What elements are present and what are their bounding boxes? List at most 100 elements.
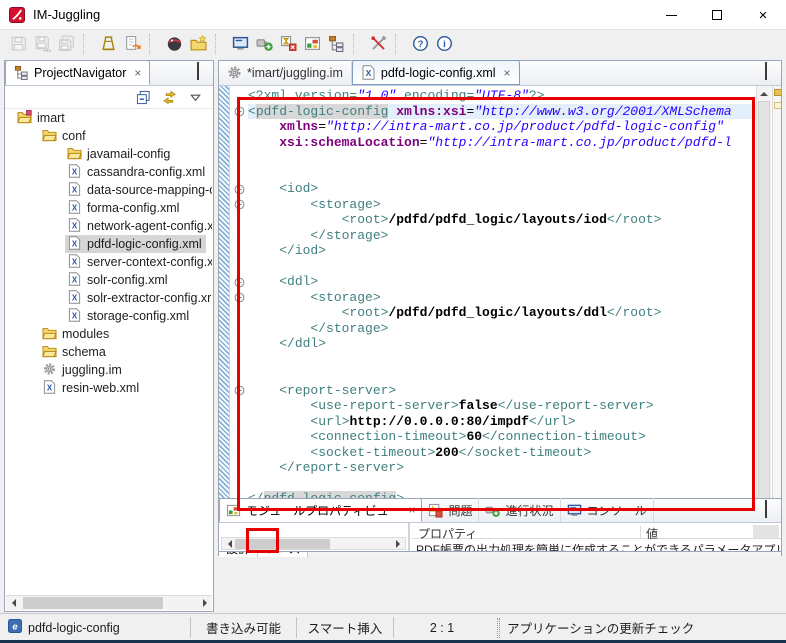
tree-item-storage-config-xml[interactable]: Xstorage-config.xml <box>5 307 212 325</box>
image-view-icon[interactable] <box>300 32 324 55</box>
scroll-right-icon[interactable] <box>390 538 405 549</box>
juggling-ball-icon[interactable] <box>162 32 186 55</box>
help-icon[interactable]: ? <box>408 32 432 55</box>
maximize-view-button[interactable] <box>765 65 778 76</box>
tree-item-label: cassandra-config.xml <box>87 165 205 179</box>
tab-pdfd-logic-config-xml[interactable]: X pdfd-logic-config.xml × <box>352 60 520 85</box>
code-line: </report-server> <box>248 460 756 476</box>
code-line: </iod> <box>248 243 756 259</box>
collapse-fold-icon[interactable] <box>234 292 245 303</box>
xml-file-icon: X <box>67 236 82 253</box>
maximize-view-button[interactable] <box>765 503 778 514</box>
xml-file-icon: X <box>361 65 376 80</box>
xml-source-editor[interactable]: <?xml version="1.0" encoding="UTF-8"?><p… <box>248 86 756 523</box>
close-icon[interactable]: × <box>408 503 415 517</box>
navigator-hscrollbar[interactable] <box>6 595 212 610</box>
collapse-fold-icon[interactable] <box>234 199 245 210</box>
tree-item-conf[interactable]: conf <box>5 127 212 145</box>
code-line: </storage> <box>248 228 756 244</box>
minimize-button[interactable] <box>648 0 694 30</box>
scrollbar-thumb[interactable] <box>758 101 770 508</box>
hierarchy-view-icon[interactable] <box>324 32 348 55</box>
minimize-view-button[interactable] <box>744 503 757 514</box>
tab-console[interactable]: コンソール <box>561 498 654 522</box>
tree-item-data-source-mapping-c[interactable]: Xdata-source-mapping-c <box>5 181 212 199</box>
xml-file-icon: X <box>42 380 57 397</box>
tab-module-property-view[interactable]: モジュールプロパティビュー × <box>219 498 422 522</box>
minimize-view-button[interactable] <box>744 65 757 76</box>
module-status-icon[interactable] <box>276 32 300 55</box>
module-list-area <box>219 523 410 551</box>
tree-item-resin-web-xml[interactable]: Xresin-web.xml <box>5 379 212 397</box>
overview-ruler <box>772 86 781 523</box>
collapse-fold-icon[interactable] <box>234 385 245 396</box>
tree-item-schema[interactable]: schema <box>5 343 212 361</box>
tab-imart-juggling-im[interactable]: *imart/juggling.im <box>219 60 352 85</box>
tree-item-label: solr-extractor-config.xr <box>87 291 211 305</box>
tab-problems[interactable]: 問題 <box>422 498 479 522</box>
collapse-fold-icon[interactable] <box>234 277 245 288</box>
column-property[interactable]: プロパティ <box>418 525 477 542</box>
occurrence-marker[interactable] <box>774 89 781 96</box>
tab-progress[interactable]: 進行状況 <box>479 498 560 522</box>
scroll-right-icon[interactable] <box>197 596 212 610</box>
minimize-view-button[interactable] <box>176 65 189 76</box>
editor-vscrollbar[interactable] <box>756 86 771 523</box>
collapse-all-icon[interactable] <box>133 88 153 107</box>
scrollbar-thumb[interactable] <box>23 597 163 609</box>
scroll-left-icon[interactable] <box>6 596 21 610</box>
tab-project-navigator[interactable]: ProjectNavigator × <box>5 60 150 85</box>
occurrence-marker[interactable] <box>774 102 781 109</box>
tree-item-forma-config-xml[interactable]: Xforma-config.xml <box>5 199 212 217</box>
sync-config-icon[interactable] <box>120 32 144 55</box>
close-icon[interactable]: × <box>504 66 511 80</box>
tree-item-server-context-config-x[interactable]: Xserver-context-config.x <box>5 253 212 271</box>
tree-item-modules[interactable]: modules <box>5 325 212 343</box>
import-project-icon[interactable] <box>186 32 210 55</box>
tree-item-juggling-im[interactable]: juggling.im <box>5 361 212 379</box>
svg-text:X: X <box>72 221 78 230</box>
close-button[interactable]: × <box>740 0 786 30</box>
view-menu-icon[interactable] <box>185 88 205 107</box>
status-file-label: pdfd-logic-config <box>28 621 120 635</box>
connect-server-icon[interactable] <box>252 32 276 55</box>
tree-item-pdfd-logic-config-xml[interactable]: Xpdfd-logic-config.xml <box>5 235 212 253</box>
scrollbar-thumb[interactable] <box>235 539 330 549</box>
collapse-fold-icon[interactable] <box>234 184 245 195</box>
toolbar-separator <box>149 34 158 54</box>
xml-file-icon: X <box>67 254 82 271</box>
svg-text:X: X <box>72 239 78 248</box>
scroll-up-icon[interactable] <box>757 86 771 101</box>
tree-item-label: server-context-config.x <box>87 255 212 269</box>
editor-e-icon: e <box>8 619 22 636</box>
build-jar-icon[interactable] <box>96 32 120 55</box>
main-toolbar: ?i <box>0 30 786 57</box>
editor-panel: *imart/juggling.im X pdfd-logic-config.x… <box>218 60 782 556</box>
link-with-editor-icon[interactable] <box>159 88 179 107</box>
code-line: <storage> <box>248 197 756 213</box>
tree-item-imart[interactable]: imart <box>5 109 212 127</box>
close-icon[interactable]: × <box>134 66 141 80</box>
xml-file-icon: X <box>67 308 82 325</box>
maximize-button[interactable] <box>694 0 740 30</box>
property-row[interactable]: PDF帳票の出力処理を簡単に作成することができるパラメータアプリケーションです <box>416 541 781 551</box>
tree-item-cassandra-config-xml[interactable]: Xcassandra-config.xml <box>5 163 212 181</box>
tree-item-javamail-config[interactable]: javamail-config <box>5 145 212 163</box>
maximize-view-button[interactable] <box>197 65 210 76</box>
tree-item-solr-extractor-config-xr[interactable]: Xsolr-extractor-config.xr <box>5 289 212 307</box>
column-value[interactable]: 値 <box>646 525 658 542</box>
module-list-hscrollbar[interactable] <box>221 537 406 550</box>
info-icon[interactable]: i <box>432 32 456 55</box>
tools-icon[interactable] <box>366 32 390 55</box>
tree-item-network-agent-config-x[interactable]: Xnetwork-agent-config.x <box>5 217 212 235</box>
console-monitor-icon[interactable] <box>228 32 252 55</box>
status-smart-insert: スマート挿入 <box>298 614 392 641</box>
tree-item-solr-config-xml[interactable]: Xsolr-config.xml <box>5 271 212 289</box>
svg-text:i: i <box>443 39 446 50</box>
status-cursor-position: 2 : 1 <box>395 614 489 641</box>
window-controls: × <box>648 0 786 30</box>
status-drag-grip[interactable] <box>497 618 500 638</box>
column-divider[interactable] <box>640 526 641 538</box>
tab-label: モジュールプロパティビュー <box>246 502 400 519</box>
collapse-fold-icon[interactable] <box>234 106 245 117</box>
